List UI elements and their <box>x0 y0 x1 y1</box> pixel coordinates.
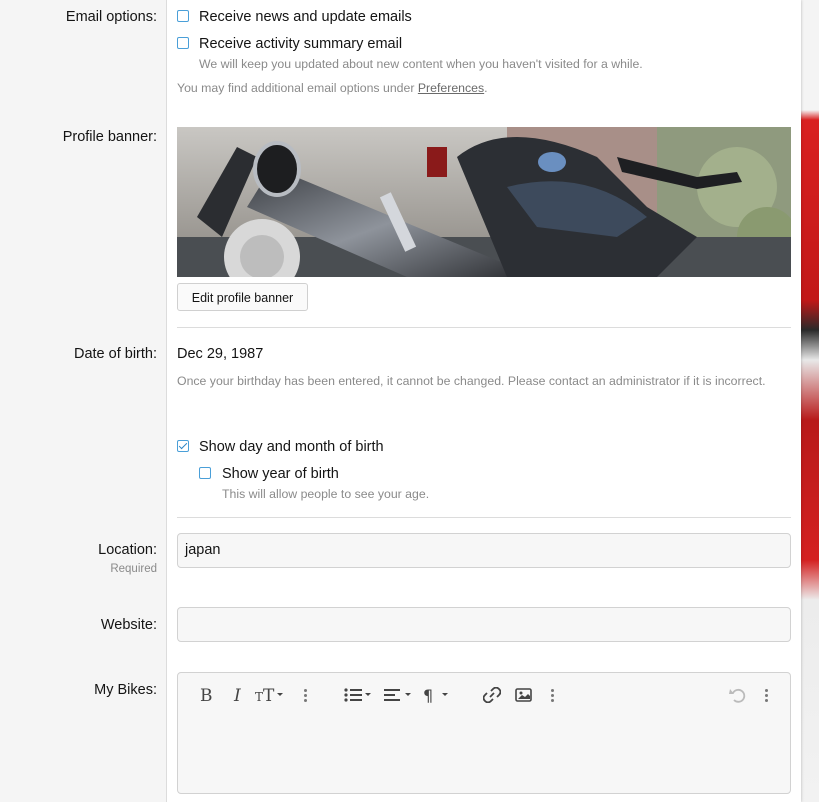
email-options-label: Email options: <box>65 9 157 25</box>
website-input[interactable] <box>177 607 791 642</box>
my-bikes-label: My Bikes: <box>94 682 157 698</box>
more-icon[interactable] <box>551 689 554 704</box>
website-label: Website: <box>100 617 157 633</box>
svg-text:T: T <box>255 690 263 704</box>
undo-icon[interactable] <box>729 687 747 703</box>
bold-icon[interactable]: B <box>200 686 214 704</box>
show-year-checkbox[interactable] <box>199 467 211 479</box>
image-icon[interactable] <box>515 688 533 702</box>
date-of-birth-label: Date of birth: <box>73 346 157 362</box>
news-emails-checkbox[interactable] <box>177 10 189 22</box>
location-label: Location: <box>98 542 157 558</box>
link-icon[interactable] <box>483 687 501 703</box>
show-day-month-checkbox[interactable] <box>177 440 189 452</box>
email-options-note-text: You may find additional email options un… <box>177 81 418 95</box>
news-emails-label[interactable]: Receive news and update emails <box>199 9 412 25</box>
date-of-birth-hint: Once your birthday has been entered, it … <box>177 374 766 388</box>
account-details-form: Email options: Receive news and update e… <box>0 0 801 802</box>
location-input[interactable]: japan <box>177 533 791 568</box>
section-divider <box>177 517 791 518</box>
email-options-note: You may find additional email options un… <box>177 81 488 95</box>
email-options-note-suffix: . <box>484 81 488 95</box>
paragraph-icon[interactable]: ¶ <box>423 686 453 704</box>
svg-text:I: I <box>233 686 241 704</box>
svg-text:B: B <box>200 686 213 704</box>
show-year-label[interactable]: Show year of birth <box>222 466 339 482</box>
italic-icon[interactable]: I <box>233 686 245 704</box>
section-divider <box>177 327 791 328</box>
profile-banner-image <box>177 127 791 277</box>
profile-banner-label: Profile banner: <box>62 129 157 145</box>
banner-motorcycle-photo <box>177 127 791 277</box>
more-icon[interactable] <box>304 689 307 704</box>
my-bikes-editor[interactable]: B I T T ¶ <box>177 672 791 794</box>
show-year-hint: This will allow people to see your age. <box>222 487 430 501</box>
activity-summary-hint: We will keep you updated about new conte… <box>199 57 643 71</box>
svg-text:¶: ¶ <box>423 686 433 704</box>
align-icon[interactable] <box>384 687 414 703</box>
more-icon[interactable] <box>765 689 768 704</box>
edit-profile-banner-button[interactable]: Edit profile banner <box>177 283 308 311</box>
date-of-birth-value: Dec 29, 1987 <box>177 346 264 362</box>
location-required-hint: Required <box>110 563 157 575</box>
activity-summary-checkbox[interactable] <box>177 37 189 49</box>
list-icon[interactable] <box>344 687 374 703</box>
activity-summary-label[interactable]: Receive activity summary email <box>199 36 402 52</box>
background-photo-edge <box>801 0 819 802</box>
font-size-icon[interactable]: T T <box>255 686 287 704</box>
preferences-link[interactable]: Preferences <box>418 81 484 95</box>
show-day-month-label[interactable]: Show day and month of birth <box>199 439 384 455</box>
svg-text:T: T <box>263 686 275 704</box>
